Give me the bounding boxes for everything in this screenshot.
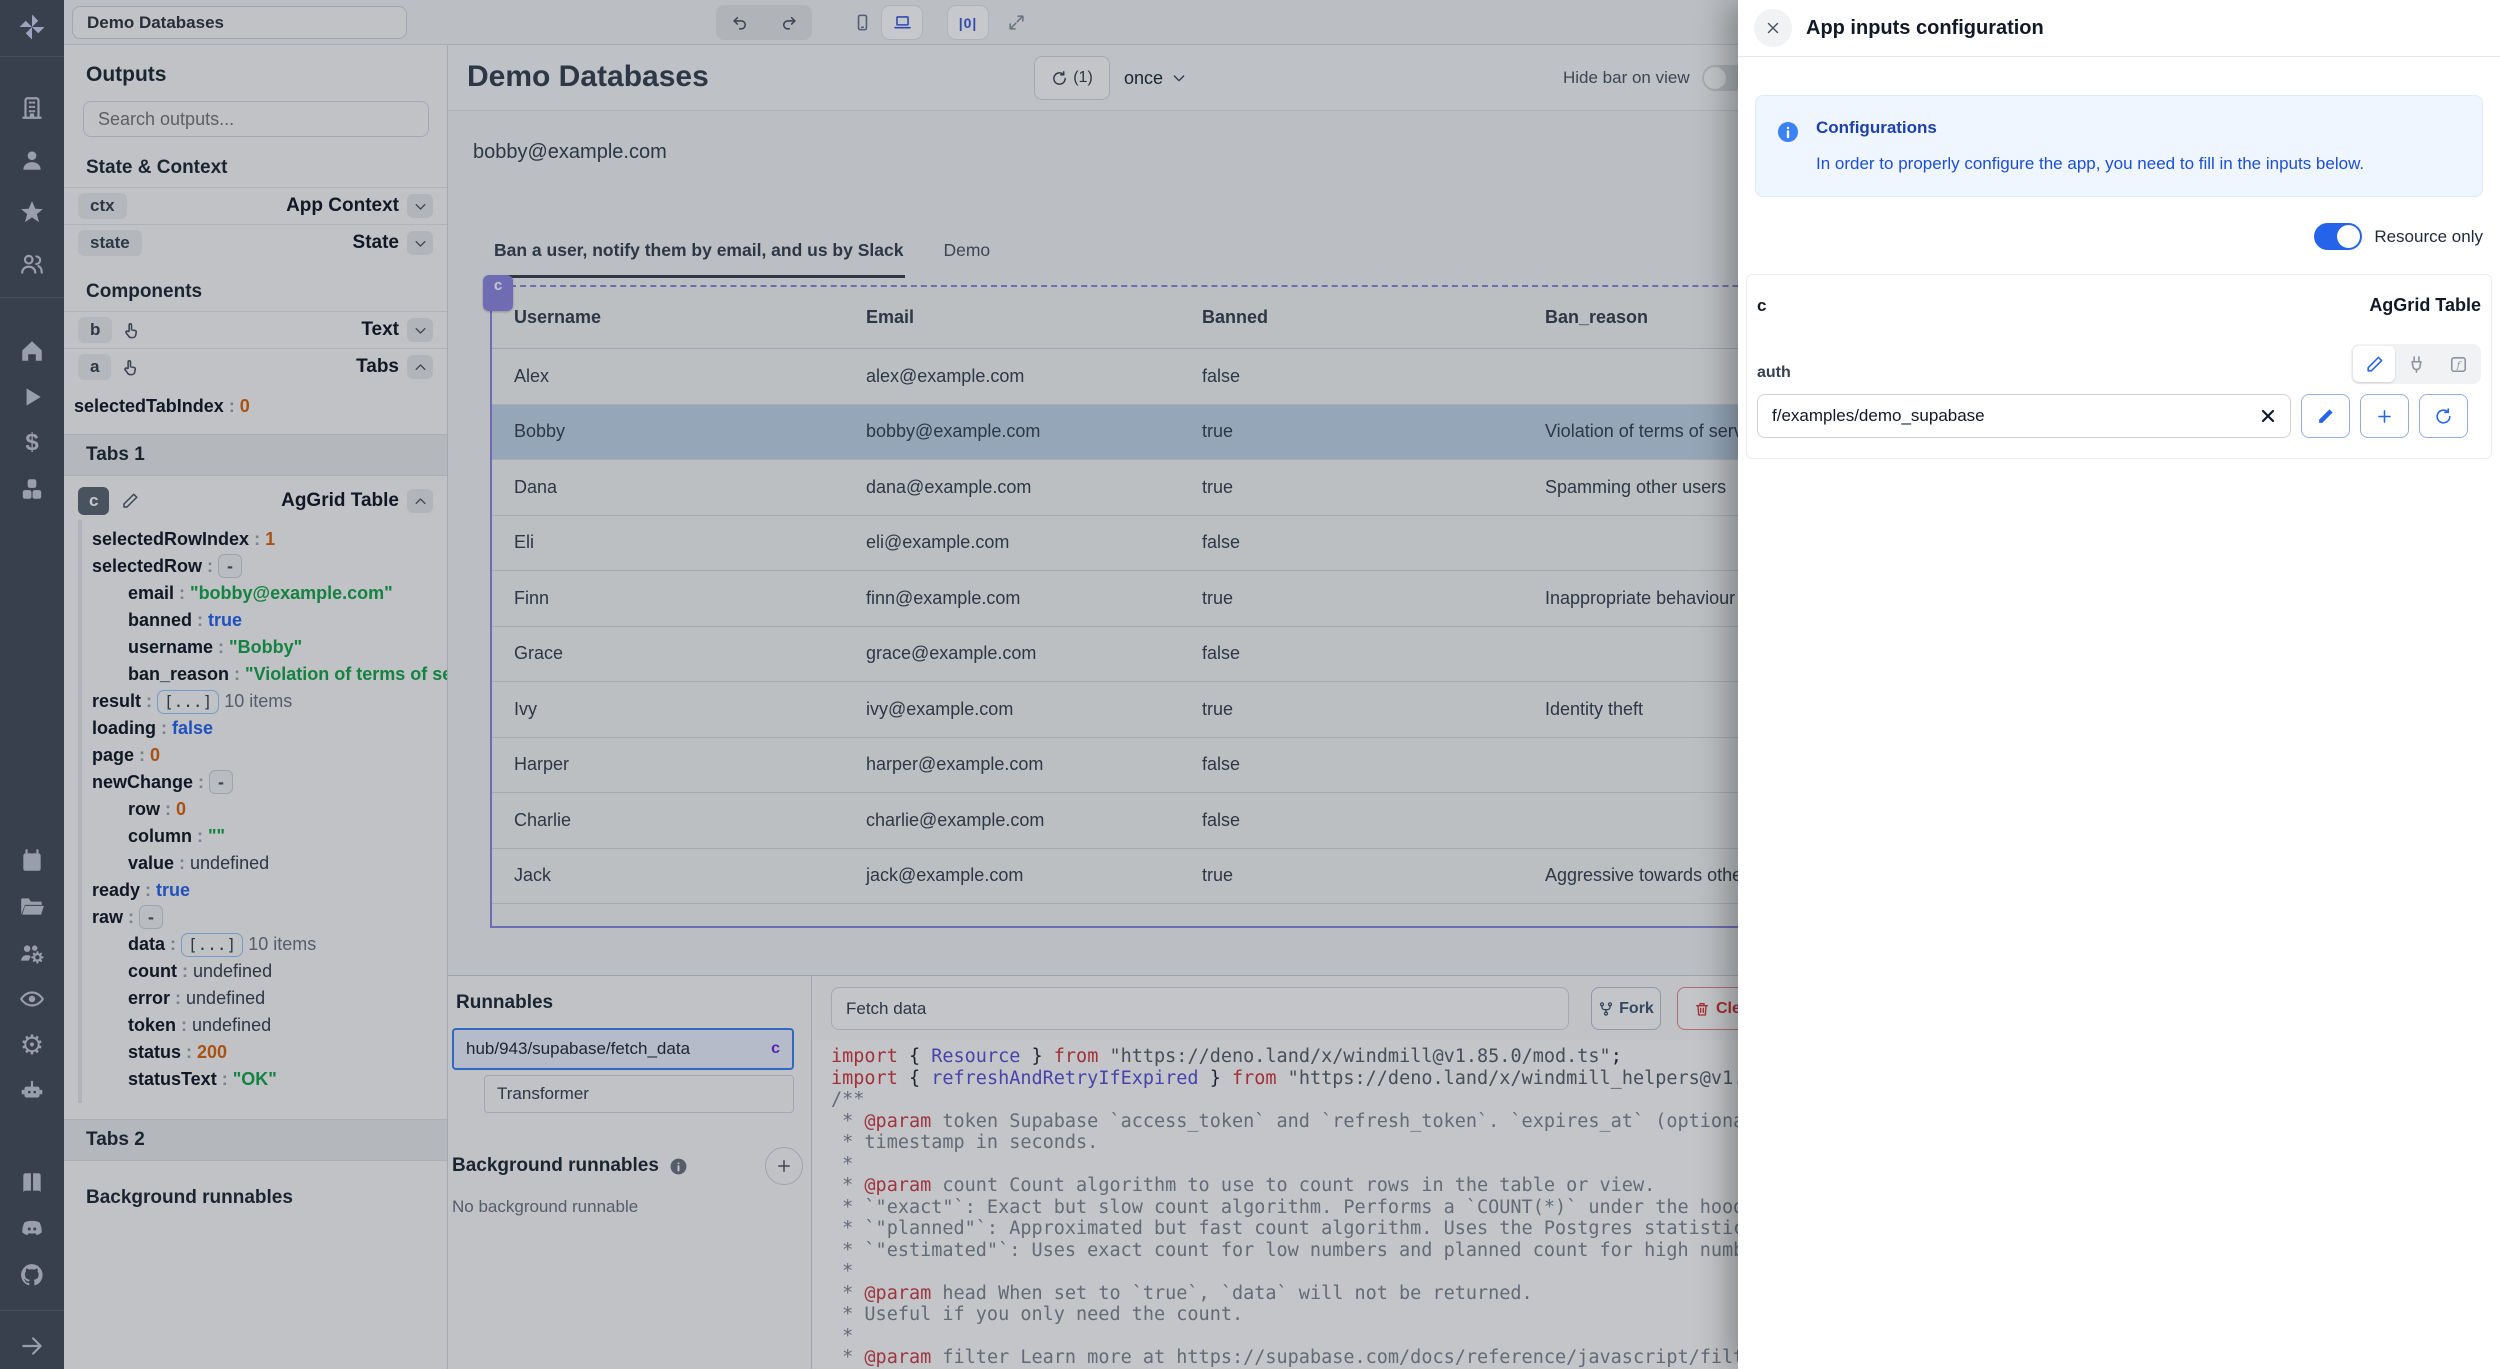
edit-resource-button[interactable] — [2301, 394, 2350, 438]
close-icon[interactable] — [1754, 9, 1792, 47]
clear-x-icon[interactable] — [2258, 406, 2278, 431]
app-inputs-drawer: App inputs configuration Configurations … — [1738, 0, 2500, 1369]
auth-field-label: auth — [1757, 364, 1791, 384]
component-input-card: c AgGrid Table auth f f/examples/demo_su… — [1746, 274, 2492, 459]
svg-text:f: f — [2455, 360, 2461, 371]
drawer-backdrop[interactable] — [0, 0, 1738, 1369]
static-mode-pencil-icon[interactable] — [2353, 346, 2395, 382]
resource-only-label: Resource only — [2374, 227, 2483, 247]
connect-mode-plug-icon[interactable] — [2395, 346, 2437, 382]
resource-only-toggle[interactable] — [2314, 223, 2362, 250]
input-mode-segmented-control: f — [2351, 344, 2481, 384]
drawer-title: App inputs configuration — [1806, 17, 2044, 40]
info-circle-icon — [1776, 120, 1800, 174]
resource-path-input[interactable]: f/examples/demo_supabase — [1757, 394, 2291, 438]
resource-path-value: f/examples/demo_supabase — [1772, 406, 1985, 426]
drawer-header: App inputs configuration — [1738, 0, 2500, 57]
info-text: In order to properly configure the app, … — [1816, 154, 2364, 174]
component-key: c — [1757, 296, 1766, 316]
add-resource-button[interactable] — [2360, 394, 2409, 438]
refresh-resource-button[interactable] — [2419, 394, 2468, 438]
resource-input-row: f/examples/demo_supabase — [1757, 394, 2481, 438]
info-title: Configurations — [1816, 118, 2364, 138]
eval-mode-fx-icon[interactable]: f — [2437, 346, 2479, 382]
windmill-app-editor: $ ⚙ |0| Outputs — [0, 0, 2500, 1369]
resource-only-row: Resource only — [1755, 223, 2483, 250]
component-type: AgGrid Table — [2369, 295, 2481, 316]
auth-field-row: auth f — [1757, 344, 2481, 384]
configurations-info-box: Configurations In order to properly conf… — [1755, 95, 2483, 197]
